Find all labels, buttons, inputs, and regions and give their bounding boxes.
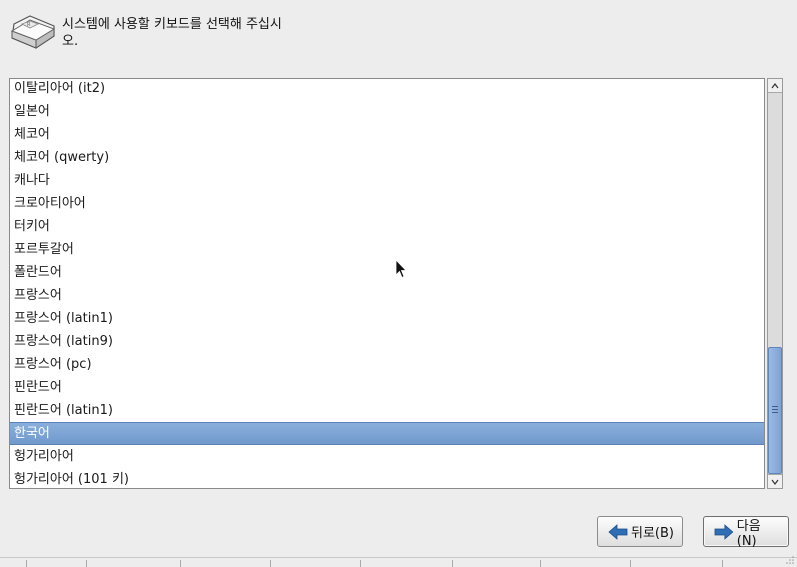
list-scrollbar[interactable] bbox=[767, 78, 783, 489]
keyboard-list-item[interactable]: 일본어 bbox=[10, 100, 764, 123]
keyboard-list-item[interactable]: 헝가리아어 (101 키) bbox=[10, 468, 764, 488]
keyboard-list-item[interactable]: 터키어 bbox=[10, 215, 764, 238]
page-title: 시스템에 사용할 키보드를 선택해 주십시 오. bbox=[62, 16, 312, 50]
arrow-left-icon bbox=[608, 523, 628, 540]
chevron-up-icon bbox=[771, 83, 779, 89]
keyboard-list-item[interactable]: 이탈리아어 (it2) bbox=[10, 79, 764, 100]
prompt-line-2: 오. bbox=[62, 34, 79, 49]
keyboard-list-item[interactable]: 체코어 bbox=[10, 123, 764, 146]
keyboard-list-item[interactable]: 핀란드어 (latin1) bbox=[10, 399, 764, 422]
scrollbar-thumb[interactable] bbox=[768, 347, 782, 474]
keyboard-list-items: 이탈리아어 (it2) 일본어 체코어 체코어 (qwerty) 캐나다 크로아티아어 터키… bbox=[10, 79, 764, 488]
keyboard-list-item[interactable]: 크로아티아어 bbox=[10, 192, 764, 215]
svg-text:R: R bbox=[27, 22, 31, 28]
back-button[interactable]: 뒤로(B) bbox=[597, 516, 683, 547]
keyboard-list-item[interactable]: 핀란드어 bbox=[10, 376, 764, 399]
next-button[interactable]: 다음(N) bbox=[703, 516, 789, 549]
chevron-down-icon bbox=[771, 479, 779, 485]
keyboard-list-item[interactable]: 폴란드어 bbox=[10, 261, 764, 284]
keyboard-list[interactable]: 이탈리아어 (it2) 일본어 체코어 체코어 (qwerty) 캐나다 크로아티아어 터키… bbox=[9, 78, 765, 489]
keyboard-list-item[interactable]: 프랑스어 (latin9) bbox=[10, 330, 764, 353]
keyboard-list-item[interactable]: 체코어 (qwerty) bbox=[10, 146, 764, 169]
back-button-label: 뒤로(B) bbox=[631, 526, 674, 541]
resize-grip-icon[interactable] bbox=[785, 555, 795, 565]
keyboard-icon: R bbox=[10, 15, 56, 49]
header: R 시스템에 사용할 키보드를 선택해 주십시 오. bbox=[0, 0, 797, 70]
keyboard-list-item[interactable]: 프랑스어 (pc) bbox=[10, 353, 764, 376]
keyboard-list-item[interactable]: 헝가리아어 bbox=[10, 445, 764, 468]
keyboard-list-item[interactable]: 프랑스어 (latin1) bbox=[10, 307, 764, 330]
keyboard-list-item[interactable]: 포르투갈어 bbox=[10, 238, 764, 261]
prompt-line-1: 시스템에 사용할 키보드를 선택해 주십시 bbox=[62, 17, 282, 32]
mouse-pointer-icon bbox=[395, 259, 407, 279]
keyboard-list-item[interactable]: 프랑스어 bbox=[10, 284, 764, 307]
scroll-up-button[interactable] bbox=[768, 79, 782, 93]
keyboard-list-item[interactable]: 캐나다 bbox=[10, 169, 764, 192]
scroll-down-button[interactable] bbox=[768, 474, 782, 488]
next-button-label: 다음(N) bbox=[736, 518, 761, 549]
grip-icon bbox=[772, 406, 778, 415]
keyboard-list-item[interactable]: 한국어 bbox=[10, 422, 764, 445]
arrow-right-icon bbox=[714, 523, 734, 540]
